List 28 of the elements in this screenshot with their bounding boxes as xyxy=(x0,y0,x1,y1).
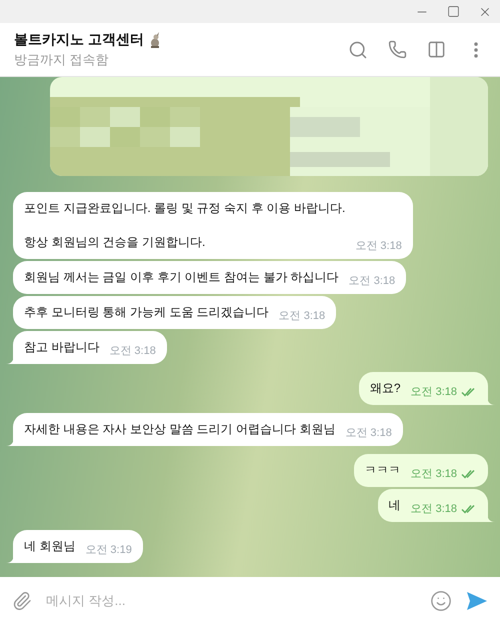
message-text: 왜요? xyxy=(370,380,401,397)
message-text: 추후 모니터링 통해 가능케 도움 드리겠습니다 xyxy=(24,304,269,321)
message-time: 오전 3:18 xyxy=(345,426,392,440)
message-time: 오전 3:18 xyxy=(355,238,402,254)
message-text: 네 xyxy=(388,497,401,514)
message-time: 오전 3:18 xyxy=(348,274,396,288)
message-text: 자세한 내용은 자사 보안상 말씀 드리기 어렵습니다 회원님 xyxy=(24,421,336,438)
phone-icon[interactable] xyxy=(388,40,407,59)
chat-title: 볼트카지노 고객센터 xyxy=(14,30,144,50)
message-text: ㅋㅋㅋ xyxy=(364,462,401,479)
attach-icon[interactable] xyxy=(12,590,32,610)
maximize-icon[interactable] xyxy=(447,5,460,18)
search-icon[interactable] xyxy=(348,40,368,60)
message-time: 오전 3:18 xyxy=(278,308,326,324)
message-text: 회원님 께서는 금일 이후 후기 이벤트 참여는 불가 하십니다 xyxy=(24,269,339,286)
last-seen-status: 방금까지 접속함 xyxy=(14,51,110,70)
message-text: 참고 바랍니다 xyxy=(24,339,100,356)
message-text: 포인트 지급완료입니다. 롤링 및 규정 숙지 후 이용 바랍니다. 항상 회원님의 건승을 기원합니다. xyxy=(24,200,346,251)
message-time: 오전 3:18 xyxy=(410,466,457,482)
sidebar-toggle-icon[interactable] xyxy=(427,40,446,59)
message-input[interactable]: 메시지 작성... xyxy=(46,590,416,610)
message-time: 오전 3:18 xyxy=(410,384,457,400)
message-time: 오전 3:19 xyxy=(85,542,132,558)
send-icon[interactable] xyxy=(466,590,488,610)
message-time: 오전 3:18 xyxy=(410,502,457,516)
message-text: 네 회원님 xyxy=(24,538,76,555)
emoji-icon[interactable] xyxy=(430,590,452,612)
message-time: 오전 3:18 xyxy=(109,344,156,358)
